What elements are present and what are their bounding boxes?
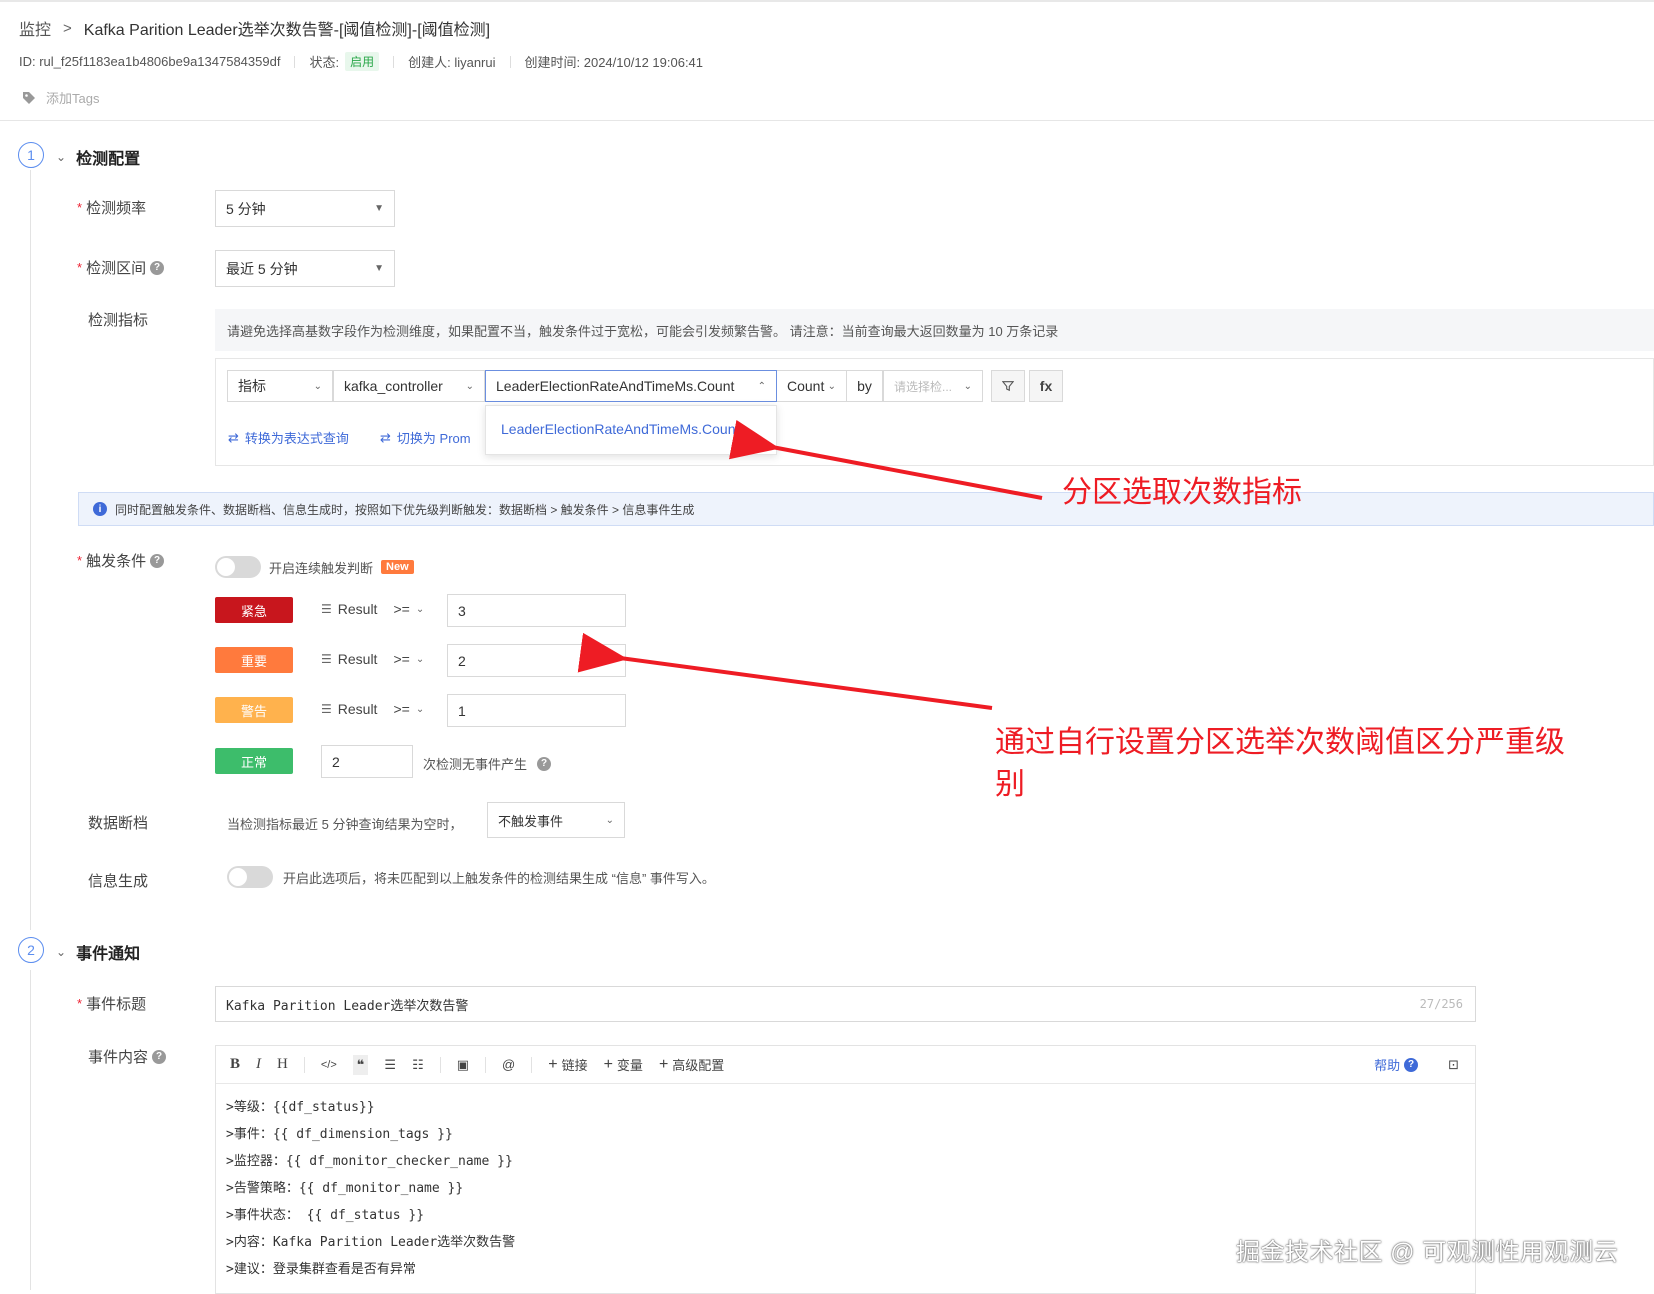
annotation-threshold-cont: 别	[995, 768, 1025, 801]
watermark: 掘金技术社区 @ 可观测性用观测云	[1236, 1239, 1619, 1266]
annotation-threshold: 通过自行设置分区选举次数阈值区分严重级	[995, 726, 1565, 759]
annotation-arrow-1	[728, 419, 1043, 500]
annotation-arrows	[577, 419, 1043, 710]
annotation-metric: 分区选取次数指标	[1062, 476, 1302, 509]
annotation-arrow-2	[577, 632, 993, 710]
